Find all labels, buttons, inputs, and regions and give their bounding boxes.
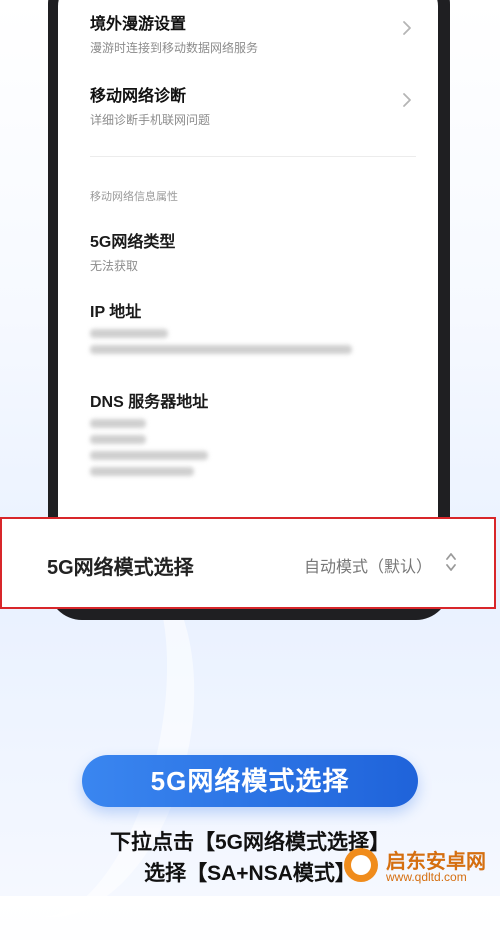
roaming-settings-subtitle: 漫游时连接到移动数据网络服务 [90,41,259,55]
ip-address-title: IP 地址 [90,304,142,321]
watermark-url: www.qdltd.com [386,870,467,884]
chevron-right-icon [403,21,411,35]
net-type-title: 5G网络类型 [90,234,176,251]
network-mode-select[interactable]: 5G网络模式选择 自动模式（默认） [0,517,496,609]
redacted-ip-v6 [90,345,352,354]
network-diagnosis-item[interactable]: 移动网络诊断 详细诊断手机联网问题 [90,82,418,128]
roaming-settings-title: 境外漫游设置 [90,16,187,33]
section-label: 移动网络信息属性 [90,191,178,203]
net-type-value: 无法获取 [90,259,139,273]
roaming-settings-item[interactable]: 境外漫游设置 漫游时连接到移动数据网络服务 [90,10,418,56]
network-mode-value: 自动模式（默认） [303,559,432,576]
net-type-item: 5G网络类型 无法获取 [90,228,418,274]
watermark: 启东安卓网 www.qdltd.com [344,844,494,888]
redacted-dns-2 [90,435,146,444]
network-mode-button[interactable]: 5G网络模式选择 [82,755,418,807]
redacted-dns-3 [90,451,208,460]
updown-arrows-icon [446,553,456,571]
network-diagnosis-title: 移动网络诊断 [90,88,187,105]
chevron-right-icon [403,93,411,107]
redacted-dns-4 [90,467,194,476]
divider [90,156,416,157]
dns-item: DNS 服务器地址 [90,388,418,476]
dns-title: DNS 服务器地址 [90,394,209,411]
network-diagnosis-subtitle: 详细诊断手机联网问题 [90,113,211,127]
redacted-dns-1 [90,419,146,428]
network-mode-label: 5G网络模式选择 [47,557,194,579]
watermark-logo-icon [344,848,378,882]
ip-address-item: IP 地址 [90,298,418,354]
redacted-ip-v4 [90,329,168,338]
